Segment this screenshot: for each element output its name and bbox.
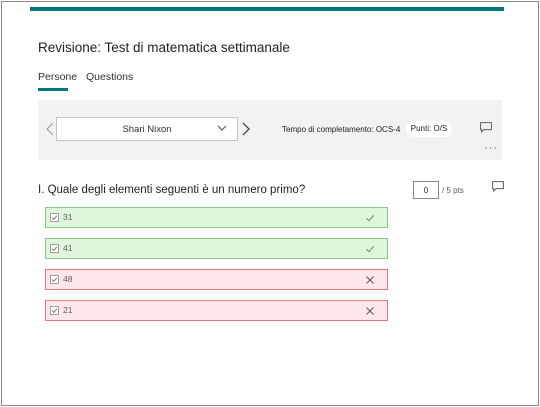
option-label: 48 [63,274,73,284]
completion-time: Tempo di completamento: OCS-4 [282,125,401,134]
question-text: I. Quale degli elementi seguenti è un nu… [38,184,306,196]
checkbox-checked-icon [50,213,59,222]
score-input[interactable] [413,181,439,199]
tab-persone[interactable]: Persone [38,71,77,83]
points-badge: Punti: O/S [406,121,452,137]
check-icon [366,246,375,253]
chevron-right-icon[interactable] [242,122,250,138]
tab-questions[interactable]: Questions [86,71,133,83]
checkbox-checked-icon [50,244,59,253]
answer-option: 21 [45,300,388,321]
option-label: 31 [63,212,73,222]
active-tab-indicator [38,88,68,91]
chevron-left-icon[interactable] [46,122,54,138]
chevron-down-icon [217,125,227,131]
comment-icon[interactable] [480,122,492,133]
respondent-name: Shari Nixon [122,124,172,135]
score-max: / 5 pts [442,186,464,195]
answer-option: 48 [45,269,388,290]
close-icon [366,307,374,315]
comment-icon[interactable] [492,181,504,192]
answer-option: 31 [45,207,388,228]
close-icon [366,276,374,284]
checkbox-checked-icon [50,275,59,284]
more-icon[interactable]: ··· [484,142,498,154]
checkbox-checked-icon [50,306,59,315]
option-label: 21 [63,305,73,315]
option-label: 41 [63,243,73,253]
respondent-dropdown[interactable]: Shari Nixon [56,117,238,141]
check-icon [366,215,375,222]
page-title: Revisione: Test di matematica settimanal… [38,40,290,55]
form-review-window: Revisione: Test di matematica settimanal… [1,1,539,406]
accent-bar [30,7,504,11]
answer-option: 41 [45,238,388,259]
